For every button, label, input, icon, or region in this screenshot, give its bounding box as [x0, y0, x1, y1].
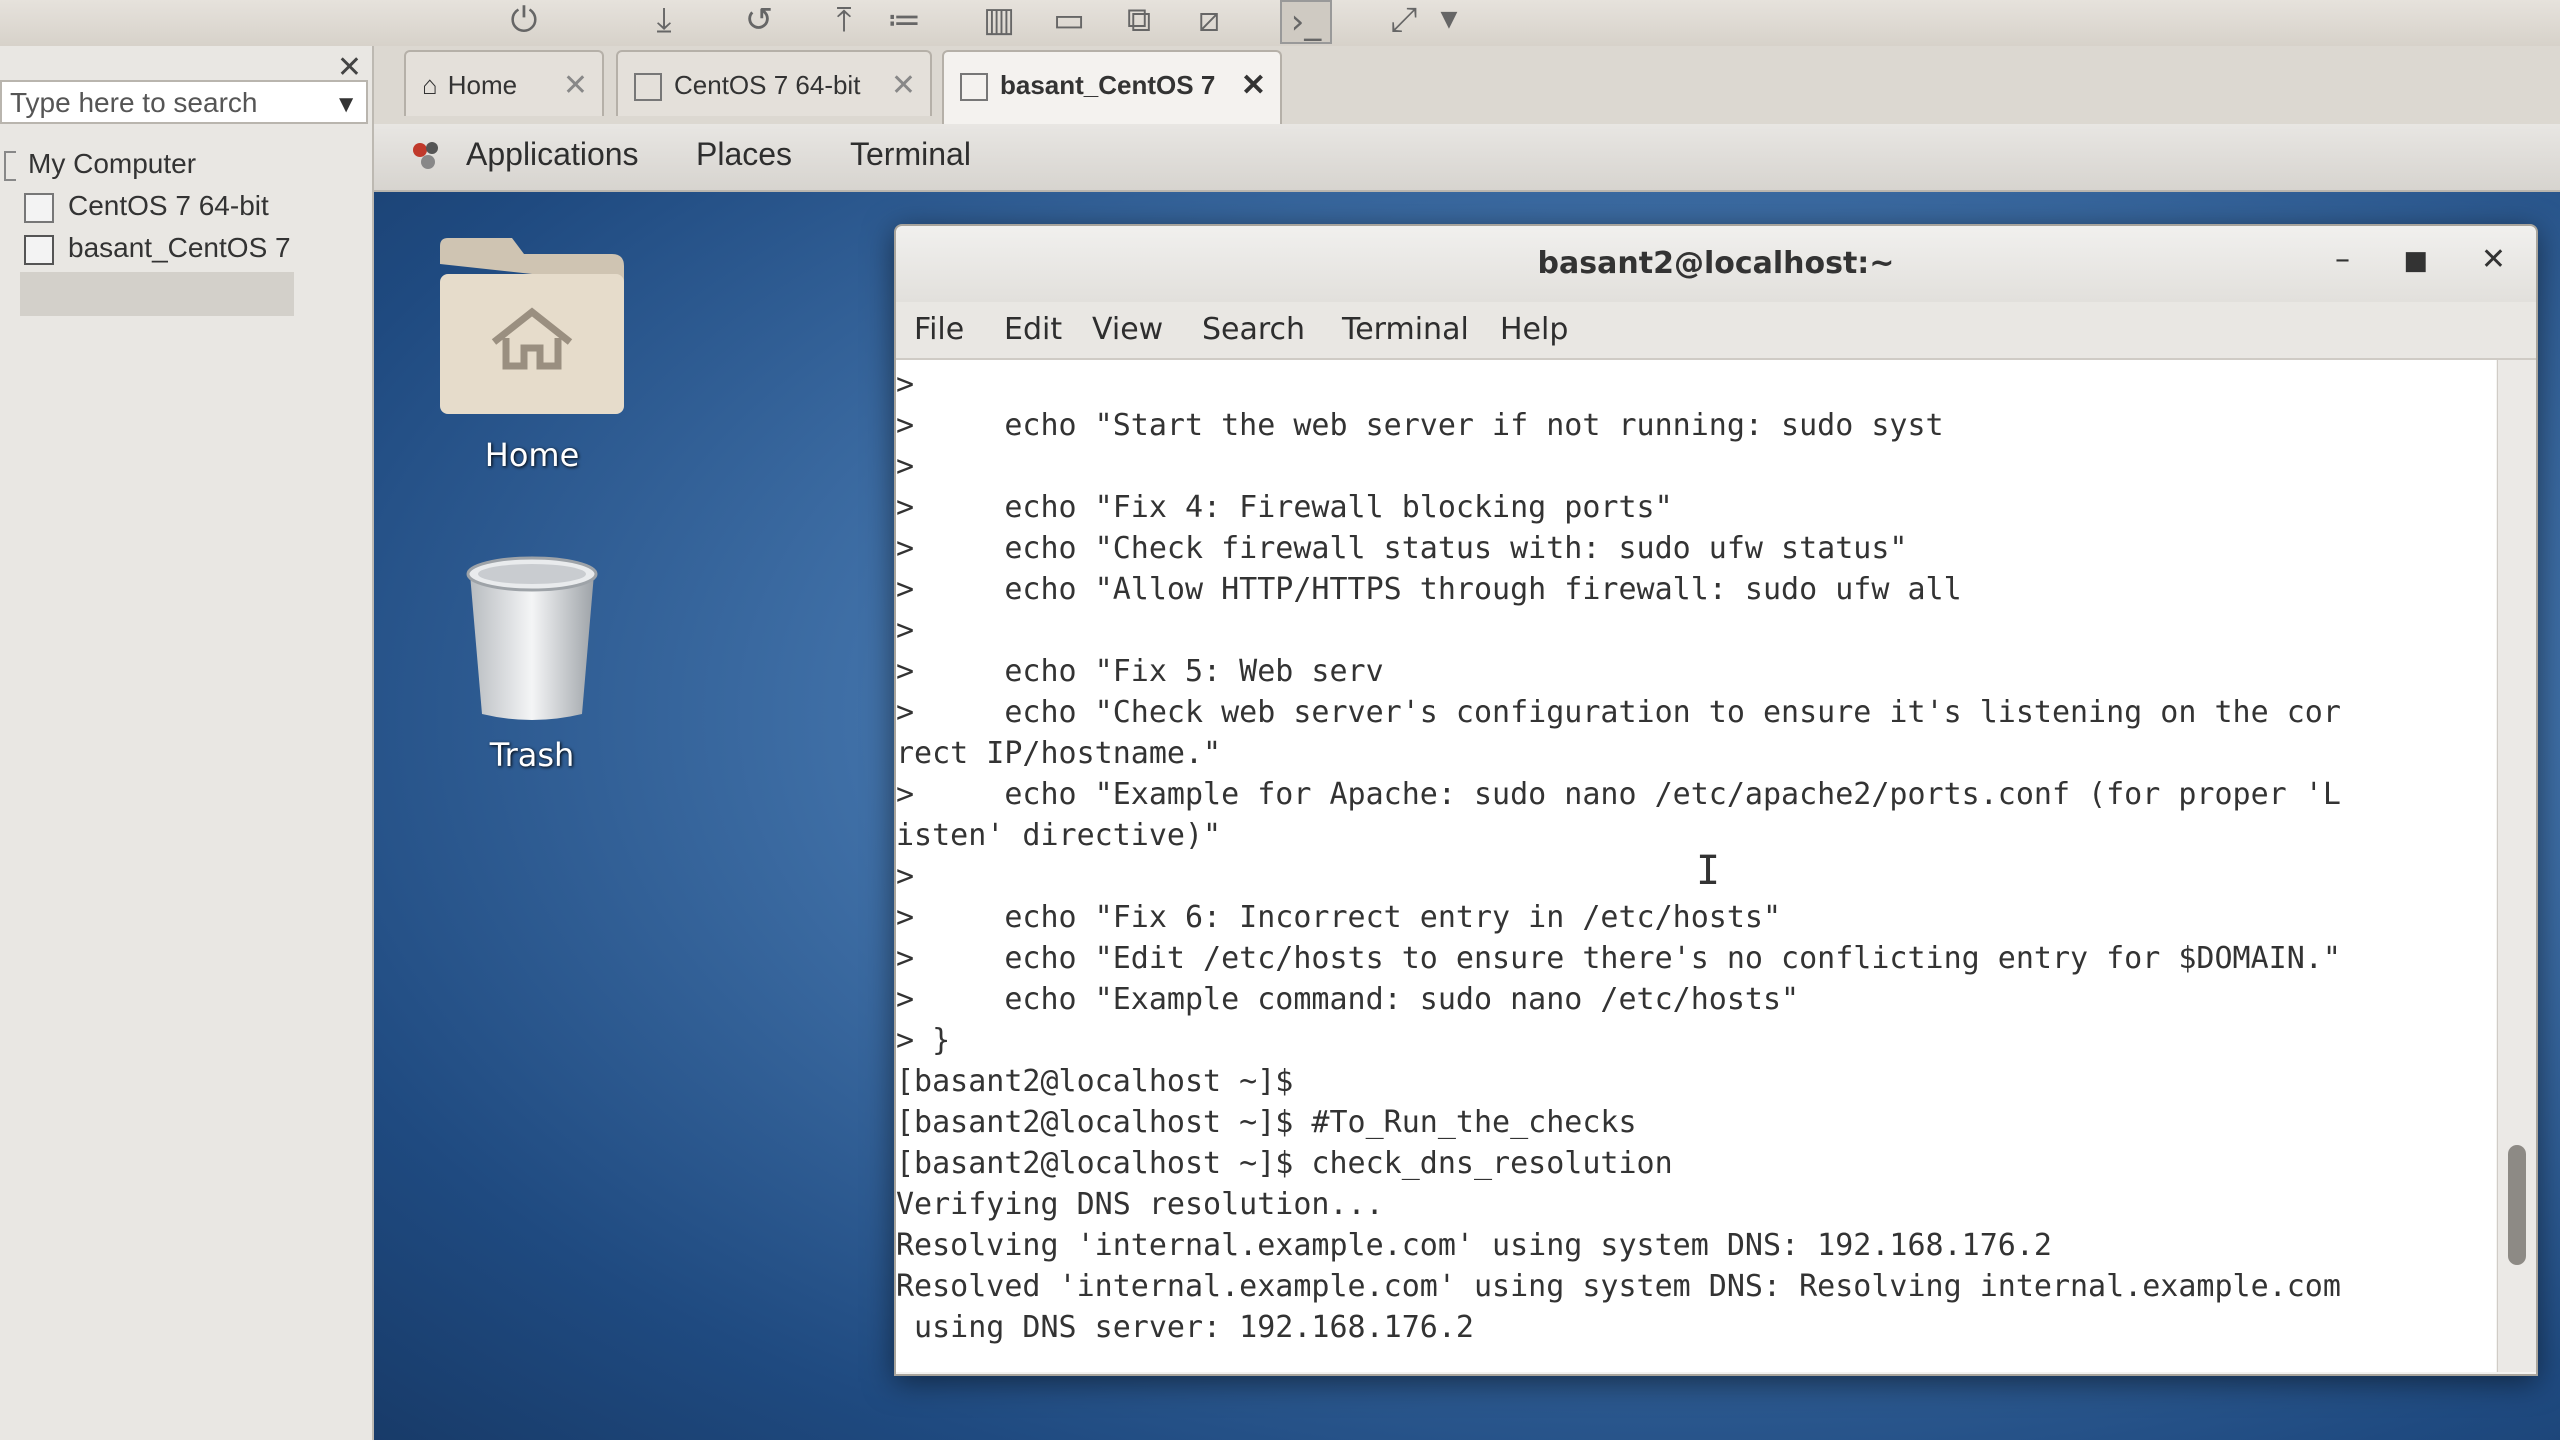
- tree-item-label: CentOS 7 64-bit: [68, 190, 269, 221]
- terminal-line: Resolving 'internal.example.com' using s…: [896, 1228, 2052, 1263]
- terminal-line: >: [896, 449, 915, 484]
- terminal-scrollbar[interactable]: [2497, 360, 2536, 1372]
- snapshot-manager-icon[interactable]: ≔: [880, 0, 928, 40]
- menu-file[interactable]: File: [914, 312, 964, 347]
- window-title: basant2@localhost:~: [1537, 246, 1895, 281]
- terminal-line: > echo "Edit /etc/hosts to ensure there'…: [896, 941, 2341, 976]
- terminal-window[interactable]: basant2@localhost:~ – ■ ✕ File Edit View…: [894, 224, 2538, 1376]
- home-folder-icon: [440, 238, 624, 414]
- desktop-icon-home[interactable]: Home: [422, 224, 642, 474]
- menu-terminal[interactable]: Terminal: [1342, 312, 1469, 347]
- close-icon[interactable]: ✕: [2481, 242, 2506, 277]
- library-search-input[interactable]: Type here to search ▼: [0, 80, 368, 124]
- desktop-icon-trash[interactable]: Trash: [422, 544, 642, 774]
- terminal-line: > }: [896, 1023, 951, 1058]
- terminal-line: > echo "Example for Apache: sudo nano /e…: [896, 777, 2341, 812]
- tree-item-label: My Computer: [28, 148, 197, 179]
- console-view-icon[interactable]: ▭: [1045, 0, 1093, 40]
- terminal-line: > echo "Allow HTTP/HTTPS through firewal…: [896, 572, 1962, 607]
- terminal-line: > echo "Example command: sudo nano /etc/…: [896, 982, 1800, 1017]
- terminal-titlebar[interactable]: basant2@localhost:~ – ■ ✕: [896, 226, 2536, 302]
- library-panel: ✕ Type here to search ▼ My Computer Cent…: [0, 46, 374, 1440]
- menu-view[interactable]: View: [1092, 312, 1163, 347]
- power-icon[interactable]: ⏻: [500, 0, 548, 40]
- trash-icon: [466, 556, 598, 720]
- menu-search[interactable]: Search: [1202, 312, 1305, 347]
- terminal-console-icon[interactable]: ›_: [1280, 0, 1332, 44]
- terminal-line: rect IP/hostname.": [896, 736, 1222, 771]
- gnome-top-bar: Applications Places Terminal: [374, 124, 2560, 192]
- desktop-icon-label: Trash: [489, 736, 575, 774]
- tree-expander-icon[interactable]: [4, 150, 16, 181]
- tab-label: Home: [447, 70, 518, 100]
- selection-highlight: [20, 272, 294, 316]
- home-icon: ⌂: [422, 70, 438, 100]
- tab-label: basant_CentOS 7: [1000, 70, 1216, 100]
- vm-toolbar: ⏻ ⤓ ↺ ⤒ ≔ ▥ ▭ ⧉ ⧄ ›_ ⤢ ▼: [0, 0, 2560, 46]
- fullscreen-icon[interactable]: ⧉: [1115, 0, 1163, 40]
- menu-help[interactable]: Help: [1500, 312, 1568, 347]
- vm-icon: [24, 192, 54, 223]
- tab-home[interactable]: ⌂ Home ✕: [404, 50, 604, 116]
- search-placeholder: Type here to search: [10, 87, 258, 118]
- tree-item-basant-centos-7[interactable]: basant_CentOS 7: [24, 232, 291, 265]
- terminal-line: Resolved 'internal.example.com' using sy…: [896, 1269, 2341, 1304]
- minimize-icon[interactable]: –: [2335, 242, 2350, 277]
- terminal-line: > echo "Fix 6: Incorrect entry in /etc/h…: [896, 900, 1782, 935]
- chevron-down-icon[interactable]: ▼: [334, 88, 358, 122]
- terminal-line: [basant2@localhost ~]$ #To_Run_the_check…: [896, 1105, 1637, 1140]
- tab-basant-centos-7[interactable]: basant_CentOS 7 ✕: [942, 50, 1282, 124]
- scrollbar-thumb[interactable]: [2508, 1145, 2526, 1265]
- sidebar-view-icon[interactable]: ▥: [975, 0, 1023, 40]
- terminal-line: > echo "Check web server's configuration…: [896, 695, 2341, 730]
- vm-running-icon: [960, 73, 988, 102]
- tree-item-label: basant_CentOS 7: [68, 232, 291, 263]
- download-icon[interactable]: ⤓: [640, 0, 688, 40]
- applications-menu[interactable]: Applications: [466, 136, 639, 173]
- terminal-line: Verifying DNS resolution...: [896, 1187, 1384, 1222]
- terminal-line: >: [896, 613, 915, 648]
- terminal-line: > echo "Start the web server if not runn…: [896, 408, 1944, 443]
- terminal-line: > echo "Fix 4: Firewall blocking ports": [896, 490, 1673, 525]
- unity-icon[interactable]: ⧄: [1185, 0, 1233, 40]
- terminal-line: using DNS server: 192.168.176.2: [896, 1310, 1474, 1345]
- close-icon[interactable]: ✕: [891, 68, 916, 103]
- tree-item-my-computer[interactable]: My Computer: [4, 148, 196, 181]
- dropdown-arrow-icon[interactable]: ▼: [1425, 0, 1473, 40]
- tab-label: CentOS 7 64-bit: [674, 70, 861, 100]
- maximize-icon[interactable]: ■: [2403, 246, 2428, 276]
- guest-desktop[interactable]: Applications Places Terminal Home Trash …: [374, 124, 2560, 1440]
- places-menu[interactable]: Places: [696, 136, 792, 173]
- text-cursor-icon: I: [1696, 848, 1721, 894]
- terminal-menu[interactable]: Terminal: [850, 136, 971, 173]
- terminal-line: [basant2@localhost ~]$: [896, 1064, 1294, 1099]
- tab-bar: ⌂ Home ✕ CentOS 7 64-bit ✕ basant_CentOS …: [374, 46, 2560, 124]
- desktop-icon-label: Home: [484, 436, 580, 474]
- close-icon[interactable]: ✕: [563, 68, 588, 103]
- revert-icon[interactable]: ↺: [735, 0, 783, 40]
- close-icon[interactable]: ✕: [1241, 68, 1266, 103]
- terminal-menubar: File Edit View Search Terminal Help: [896, 302, 2536, 360]
- applications-icon: [413, 142, 438, 169]
- terminal-line: > echo "Fix 5: Web serv: [896, 654, 1384, 689]
- tab-centos-7-64-bit[interactable]: CentOS 7 64-bit ✕: [616, 50, 932, 116]
- tree-item-centos-7-64-bit[interactable]: CentOS 7 64-bit: [24, 190, 269, 223]
- terminal-line: [basant2@localhost ~]$ check_dns_resolut…: [896, 1146, 1673, 1181]
- menu-edit[interactable]: Edit: [1004, 312, 1062, 347]
- stretch-icon[interactable]: ⤢: [1380, 0, 1428, 40]
- vm-icon: [634, 73, 662, 102]
- terminal-line: > echo "Check firewall status with: sudo…: [896, 531, 1908, 566]
- vm-running-icon: [24, 234, 54, 265]
- snapshot-icon[interactable]: ⤒: [820, 0, 868, 40]
- terminal-line: >: [896, 367, 915, 402]
